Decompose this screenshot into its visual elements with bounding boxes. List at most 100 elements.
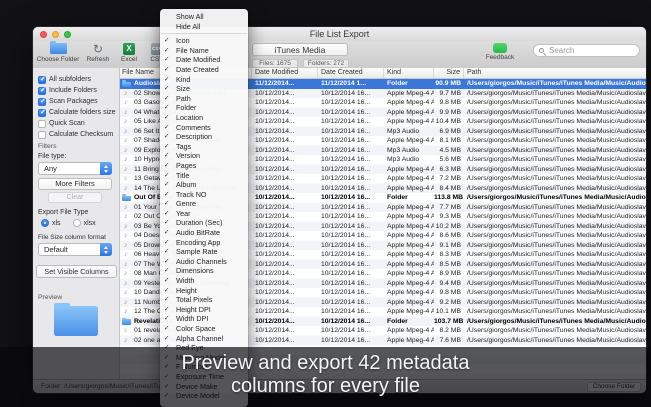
columns-menu-item[interactable]: ✓ Description (160, 132, 248, 142)
menu-item-show-all[interactable]: Show All (160, 12, 248, 22)
set-visible-columns-button[interactable]: Set Visible Columns (36, 265, 117, 278)
columns-menu-item[interactable]: ✓ Total Pixels (160, 295, 248, 305)
columns-menu-item[interactable]: ✓ Genre (160, 199, 248, 209)
cell-date-created: 10/12/2014 16... (318, 298, 384, 308)
columns-menu-item[interactable]: ✓ Duration (Sec) (160, 218, 248, 228)
columns-menu-item[interactable]: ✓ Dimensions (160, 266, 248, 276)
cell-path: /Users/giorgos/Music/iTunes/iTunes Media… (464, 193, 646, 203)
columns-menu-item[interactable]: ✓ Album (160, 180, 248, 190)
cell-date-modified: 10/12/2014... (252, 307, 318, 317)
columns-menu-item[interactable]: ✓ Height DPI (160, 305, 248, 315)
columns-menu-item[interactable]: ✓ Width DPI (160, 314, 248, 324)
column-header-date-modified[interactable]: Date Modified (252, 68, 318, 78)
cell-kind: Apple Mpeg-4 A... (384, 269, 434, 279)
column-header-size[interactable]: Size (434, 68, 464, 78)
sidebar-checkbox[interactable]: Calculate folders size (33, 107, 119, 118)
columns-menu-item[interactable]: ✓ Size (160, 84, 248, 94)
checkmark-icon: ✓ (164, 151, 169, 161)
sidebar-checkbox[interactable]: Quick Scan (33, 118, 119, 129)
columns-menu-item[interactable]: ✓ Height (160, 286, 248, 296)
columns-menu-item[interactable]: ✓ Audio Channels (160, 257, 248, 267)
cell-size: 8.1 MB (434, 136, 464, 146)
refresh-icon: ↻ (93, 43, 103, 55)
zoom-button[interactable] (64, 31, 71, 38)
menu-item-label: Audio Channels (176, 257, 227, 266)
menu-item-label: Genre (176, 199, 196, 208)
cell-date-modified: 10/12/2014... (252, 108, 318, 118)
file-size-format-dropdown[interactable]: Default (38, 243, 112, 256)
sidebar-checkbox[interactable]: All subfolders (33, 74, 119, 85)
window-titlebar[interactable]: File List Export (33, 27, 646, 42)
columns-menu-item[interactable]: ✓ Version (160, 151, 248, 161)
columns-menu-item[interactable]: ✓ Date Created (160, 65, 248, 75)
sidebar-checkbox[interactable]: Calculate Checksum (33, 129, 119, 140)
cell-kind: Mp3 Audio (384, 155, 434, 165)
more-filters-button[interactable]: More Filters (38, 178, 112, 190)
columns-menu-item[interactable]: ✓ Width (160, 276, 248, 286)
feedback-button[interactable]: Feedback (482, 42, 518, 61)
sidebar-checkbox[interactable]: Include Folders (33, 85, 119, 96)
columns-menu-item[interactable]: ✓ Year (160, 209, 248, 219)
close-button[interactable] (40, 31, 47, 38)
cell-kind: Apple Mpeg-4 A... (384, 222, 434, 232)
column-header-date-created[interactable]: Date Created (318, 68, 384, 78)
cell-date-created: 10/12/2014 16... (318, 184, 384, 194)
file-icon (122, 298, 132, 308)
menu-item-hide-all[interactable]: Hide All (160, 22, 248, 32)
export-type-radio[interactable]: xls (41, 219, 61, 227)
columns-menu-item[interactable]: ✓ Encoding App (160, 238, 248, 248)
columns-menu-item[interactable]: ✓ File Name (160, 46, 248, 56)
clear-filters-button[interactable]: Clear (48, 192, 102, 203)
cell-date-modified: 10/12/2014... (252, 288, 318, 298)
menu-item-label: Icon (176, 36, 190, 45)
app-window: File List Export Choose Folder ↻ Refresh… (33, 27, 646, 393)
columns-menu-item[interactable]: ✓ Pages (160, 161, 248, 171)
checkmark-icon: ✓ (164, 228, 169, 238)
choose-folder-toolbar-button[interactable]: Choose Folder (35, 42, 81, 63)
search-field[interactable] (533, 44, 640, 57)
columns-menu-item[interactable]: ✓ Title (160, 171, 248, 181)
column-header-kind[interactable]: Kind (384, 68, 434, 78)
checkmark-icon: ✓ (164, 257, 169, 267)
export-type-radio[interactable]: xlsx (73, 219, 96, 227)
columns-menu-item[interactable]: ✓ Track NO (160, 190, 248, 200)
columns-menu-item[interactable]: ✓ Kind (160, 75, 248, 85)
sidebar-checkbox[interactable]: Scan Packages (33, 96, 119, 107)
refresh-toolbar-button[interactable]: ↻ Refresh (83, 42, 113, 63)
cell-size: 8.2 MB (434, 326, 464, 336)
excel-label: Excel (115, 56, 143, 63)
source-folder-button[interactable]: iTunes Media (252, 43, 348, 56)
columns-menu-item[interactable]: ✓ Alpha Channel (160, 334, 248, 344)
cell-size: 9.8 MB (434, 288, 464, 298)
column-header-path[interactable]: Path (464, 68, 646, 78)
columns-menu-item[interactable]: ✓ Path (160, 94, 248, 104)
menu-item-label: Size (176, 84, 190, 93)
minimize-button[interactable] (52, 31, 59, 38)
cell-path: /Users/giorgos/Music/iTunes/iTunes Media… (464, 260, 646, 270)
cell-path: /Users/giorgos/Music/iTunes/iTunes Media… (464, 298, 646, 308)
file-type-dropdown[interactable]: Any (38, 162, 112, 175)
columns-menu-item[interactable]: ✓ Color Space (160, 324, 248, 334)
cell-date-created: 10/12/2014 16... (318, 307, 384, 317)
file-type-value: Any (44, 164, 57, 173)
search-input[interactable] (549, 45, 634, 56)
cell-kind: Apple Mpeg-4 A... (384, 184, 434, 194)
checkmark-icon: ✓ (164, 113, 169, 123)
columns-menu-item[interactable]: ✓ Audio BitRate (160, 228, 248, 238)
cell-date-modified: 10/12/2014... (252, 241, 318, 251)
columns-menu-item[interactable]: ✓ Sample Rate (160, 247, 248, 257)
file-icon (122, 117, 132, 127)
columns-menu-item[interactable]: ✓ Icon (160, 36, 248, 46)
excel-export-button[interactable]: X Excel (115, 42, 143, 63)
columns-menu-item[interactable]: ✓ Location (160, 113, 248, 123)
columns-menu-item[interactable]: ✓ Tags (160, 142, 248, 152)
cell-kind: Folder (384, 193, 434, 203)
columns-menu-item[interactable]: ✓ Date Modified (160, 55, 248, 65)
columns-menu-item[interactable]: ✓ Comments (160, 123, 248, 133)
cell-date-modified: 10/12/2014... (252, 136, 318, 146)
file-icon (122, 222, 132, 232)
file-icon (122, 212, 132, 222)
columns-menu-item[interactable]: ✓ Folder (160, 103, 248, 113)
cell-date-created: 10/12/2014 16... (318, 174, 384, 184)
checkmark-icon: ✓ (164, 247, 169, 257)
